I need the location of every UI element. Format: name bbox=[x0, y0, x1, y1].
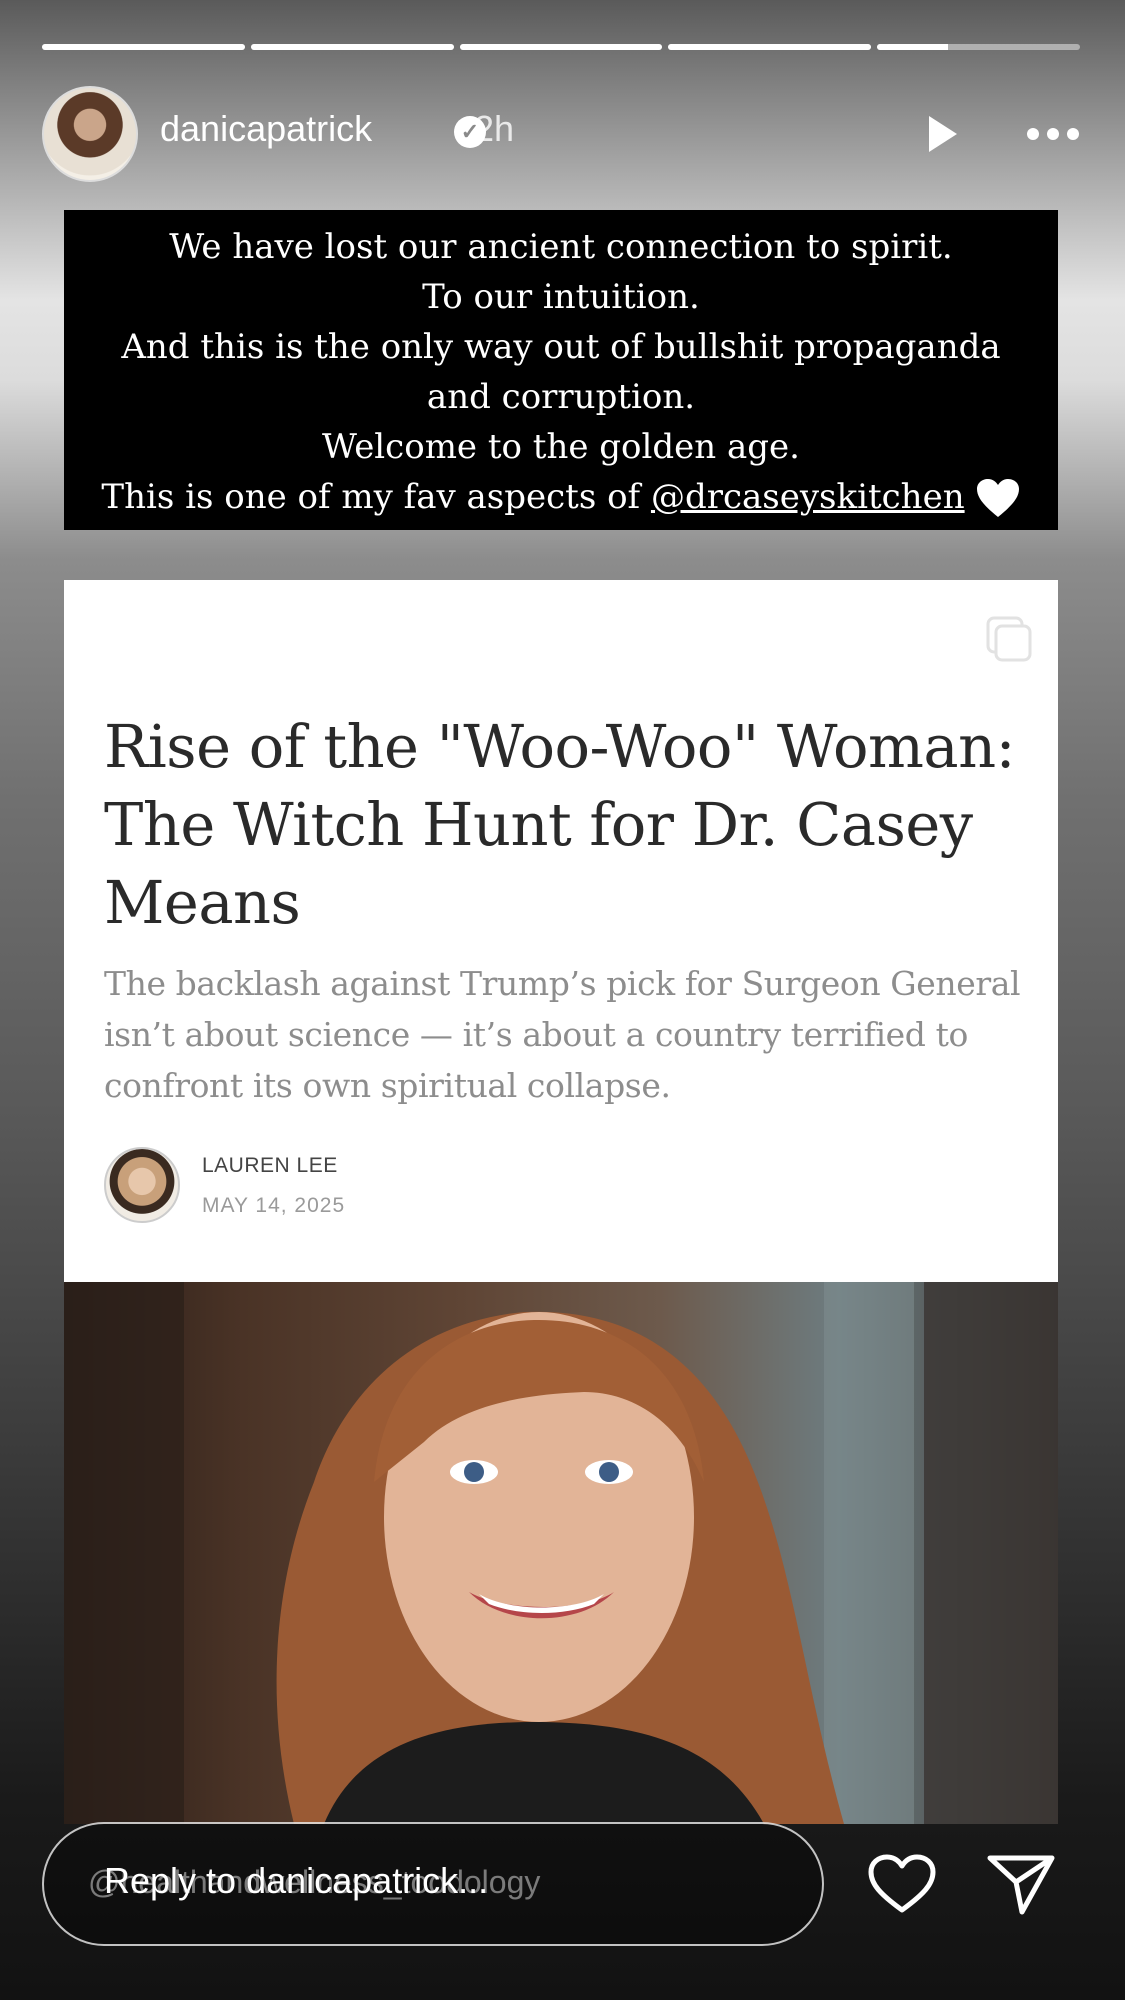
caption-line: Welcome to the golden age. bbox=[322, 427, 800, 467]
progress-segment bbox=[250, 44, 454, 50]
caption-line-prefix: This is one of my fav aspects of bbox=[101, 477, 651, 517]
progress-segment bbox=[877, 44, 1080, 50]
more-options-icon[interactable] bbox=[1023, 112, 1083, 156]
article-photo bbox=[64, 1282, 1058, 1824]
progress-fill bbox=[459, 44, 663, 50]
reply-input[interactable]: @healthandwellness_toodology Reply to da… bbox=[42, 1822, 824, 1946]
progress-fill bbox=[250, 44, 454, 50]
send-icon[interactable] bbox=[986, 1852, 1056, 1916]
post-time: 2h bbox=[474, 108, 515, 149]
progress-fill bbox=[668, 44, 872, 50]
article-date: MAY 14, 2025 bbox=[202, 1194, 346, 1217]
author-avatar bbox=[104, 1147, 180, 1223]
caption-line: We have lost our ancient connection to s… bbox=[169, 227, 953, 267]
caption-last-line: This is one of my fav aspects of @drcase… bbox=[64, 472, 1058, 522]
progress-segment bbox=[42, 44, 245, 50]
article-card[interactable]: Rise of the "Woo-Woo" Woman: The Witch H… bbox=[64, 580, 1058, 1282]
mention-link[interactable]: @drcaseyskitchen bbox=[651, 477, 965, 517]
story-progress bbox=[42, 44, 1080, 50]
progress-fill bbox=[42, 44, 245, 50]
white-heart-emoji-icon bbox=[976, 479, 1019, 517]
author-name: LAUREN LEE bbox=[202, 1154, 338, 1177]
heart-icon[interactable] bbox=[866, 1852, 938, 1916]
avatar[interactable] bbox=[42, 86, 138, 182]
article-subhead: The backlash against Trump’s pick for Su… bbox=[104, 964, 1021, 1105]
progress-fill bbox=[877, 44, 949, 50]
progress-segment bbox=[459, 44, 663, 50]
copy-icon bbox=[986, 616, 1032, 662]
story-header: danicapatrick ✓ 2h bbox=[42, 86, 1083, 182]
caption-line: To our intuition. bbox=[422, 277, 700, 317]
progress-segment bbox=[668, 44, 872, 50]
reply-placeholder: Reply to danicapatrick... bbox=[104, 1860, 489, 1901]
article-headline: Rise of the "Woo-Woo" Woman: The Witch H… bbox=[104, 712, 1016, 937]
play-icon[interactable] bbox=[919, 112, 963, 156]
caption-line: And this is the only way out of bullshit… bbox=[121, 327, 1001, 367]
story-caption: We have lost our ancient connection to s… bbox=[64, 210, 1058, 530]
username[interactable]: danicapatrick bbox=[160, 108, 372, 150]
caption-line: and corruption. bbox=[426, 377, 696, 417]
